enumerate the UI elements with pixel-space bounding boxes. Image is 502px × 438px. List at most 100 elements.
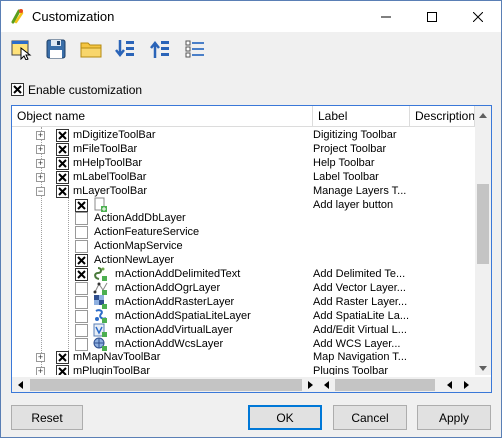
apply-button[interactable]: Apply: [417, 405, 491, 430]
row-label[interactable]: Add Vector Layer...: [313, 282, 410, 295]
row-checkbox[interactable]: [56, 351, 69, 365]
tree-row[interactable]: + mMapNavToolBar Map Navigation T...: [12, 351, 475, 365]
enable-customization-checkbox[interactable]: [11, 83, 24, 96]
save-button[interactable]: [43, 37, 69, 63]
expand-toggle[interactable]: +: [36, 144, 45, 154]
row-label[interactable]: Add SpatiaLite La...: [313, 310, 410, 323]
column-label[interactable]: Label: [313, 106, 410, 127]
object-tree[interactable]: Object name Label Description + mDigitize…: [11, 105, 492, 393]
tree-row[interactable]: ActionNewLayer: [12, 254, 475, 268]
row-label[interactable]: Add/Edit Virtual L...: [313, 324, 410, 337]
vertical-scrollbar[interactable]: [475, 106, 491, 375]
tree-header: Object name Label Description: [12, 106, 491, 127]
tree-row[interactable]: − mLayerToolBar Manage Layers T...: [12, 184, 475, 198]
tree-row[interactable]: mActionAddDelimitedText Add Delimited Te.…: [12, 267, 475, 281]
open-folder-icon: [80, 38, 102, 63]
scroll-left-button-1[interactable]: [12, 377, 28, 392]
open-button[interactable]: [78, 37, 104, 63]
row-label[interactable]: Manage Layers T...: [313, 185, 410, 198]
row-checkbox[interactable]: [56, 142, 69, 156]
minimize-button[interactable]: [363, 1, 409, 32]
scroll-down-button[interactable]: [475, 359, 491, 375]
row-label[interactable]: Add Delimited Te...: [313, 268, 410, 281]
row-label[interactable]: Add Raster Layer...: [313, 296, 410, 309]
close-button[interactable]: [455, 1, 501, 32]
row-checkbox[interactable]: [75, 295, 88, 309]
row-checkbox[interactable]: [56, 156, 69, 170]
maximize-button[interactable]: [409, 1, 455, 32]
tree-row[interactable]: + mHelpToolBar Help Toolbar: [12, 156, 475, 170]
reset-button[interactable]: Reset: [11, 405, 83, 430]
expand-toggle[interactable]: +: [36, 353, 45, 363]
check-list-button[interactable]: [182, 37, 208, 63]
row-checkbox[interactable]: [56, 170, 69, 184]
tree-row[interactable]: ActionAddDbLayer: [12, 212, 475, 226]
check-list-icon: [184, 38, 206, 63]
row-checkbox[interactable]: [75, 268, 88, 281]
arrow-left-icon: [446, 378, 452, 392]
row-object-name: mActionAddDelimitedText: [115, 268, 241, 280]
tree-row[interactable]: Add layer button: [12, 197, 475, 212]
expand-toggle[interactable]: +: [36, 158, 45, 168]
column-description[interactable]: Description: [410, 106, 475, 127]
row-label[interactable]: Plugins Toolbar: [313, 365, 410, 375]
arrow-up-icon: [479, 107, 487, 121]
collapse-all-button[interactable]: [147, 37, 173, 63]
row-label[interactable]: Add layer button: [313, 199, 410, 212]
row-label[interactable]: Add WCS Layer...: [313, 338, 410, 351]
cancel-button[interactable]: Cancel: [333, 405, 407, 430]
arrow-left-icon: [17, 378, 23, 392]
scroll-left-button-3[interactable]: [441, 377, 457, 392]
vertical-scroll-thumb[interactable]: [477, 184, 489, 264]
row-checkbox[interactable]: [56, 129, 69, 142]
arrow-left-icon: [323, 378, 329, 392]
tree-row[interactable]: mActionAddVirtualLayer Add/Edit Virtual L…: [12, 323, 475, 337]
row-label[interactable]: Project Toolbar: [313, 143, 410, 156]
row-label[interactable]: Help Toolbar: [313, 157, 410, 170]
row-checkbox[interactable]: [75, 198, 88, 212]
row-checkbox[interactable]: [75, 337, 88, 351]
tree-row[interactable]: ActionFeatureService: [12, 226, 475, 240]
enable-customization[interactable]: Enable customization: [11, 82, 142, 97]
row-checkbox[interactable]: [75, 281, 88, 295]
row-label[interactable]: Label Toolbar: [313, 171, 410, 184]
horizontal-scroll-thumb-1[interactable]: [30, 379, 302, 391]
scroll-up-button[interactable]: [475, 106, 491, 122]
select-widget-icon: [11, 38, 33, 63]
column-object-name[interactable]: Object name: [12, 106, 313, 127]
tree-row[interactable]: + mPluginToolBar Plugins Toolbar: [12, 365, 475, 375]
ok-button[interactable]: OK: [248, 405, 322, 430]
horizontal-scroll-thumb-2[interactable]: [335, 379, 435, 391]
row-label[interactable]: Map Navigation T...: [313, 351, 410, 364]
select-widget-button[interactable]: [9, 37, 35, 63]
tree-row[interactable]: + mDigitizeToolBar Digitizing Toolbar: [12, 129, 475, 142]
window-title: Customization: [32, 9, 115, 24]
row-checkbox[interactable]: [56, 365, 69, 375]
row-object-name: mLayerToolBar: [73, 184, 147, 197]
row-checkbox[interactable]: [75, 254, 88, 268]
row-checkbox[interactable]: [75, 226, 88, 240]
scroll-left-button-2[interactable]: [318, 377, 334, 392]
row-checkbox[interactable]: [75, 240, 88, 254]
collapse-all-icon: [149, 38, 171, 63]
row-checkbox[interactable]: [75, 323, 88, 337]
tree-row[interactable]: mActionAddWcsLayer Add WCS Layer...: [12, 337, 475, 351]
row-checkbox[interactable]: [75, 212, 88, 226]
expand-toggle[interactable]: +: [36, 367, 45, 375]
collapse-toggle[interactable]: −: [36, 186, 45, 196]
tree-row[interactable]: + mFileToolBar Project Toolbar: [12, 142, 475, 156]
row-checkbox[interactable]: [56, 184, 69, 198]
tree-row[interactable]: mActionAddSpatiaLiteLayer Add SpatiaLite …: [12, 308, 475, 323]
tree-row[interactable]: + mLabelToolBar Label Toolbar: [12, 170, 475, 184]
scroll-right-button-2[interactable]: [458, 377, 474, 392]
tree-row[interactable]: mActionAddOgrLayer Add Vector Layer...: [12, 281, 475, 295]
tree-row[interactable]: ActionMapService: [12, 240, 475, 254]
row-checkbox[interactable]: [75, 309, 88, 323]
expand-all-button[interactable]: [112, 37, 138, 63]
expand-toggle[interactable]: +: [36, 172, 45, 182]
row-label[interactable]: Digitizing Toolbar: [313, 129, 410, 142]
scroll-right-button-1[interactable]: [302, 377, 318, 392]
qgis-app-icon: [10, 8, 26, 24]
tree-row[interactable]: mActionAddRasterLayer Add Raster Layer...: [12, 294, 475, 309]
expand-toggle[interactable]: +: [36, 131, 45, 140]
